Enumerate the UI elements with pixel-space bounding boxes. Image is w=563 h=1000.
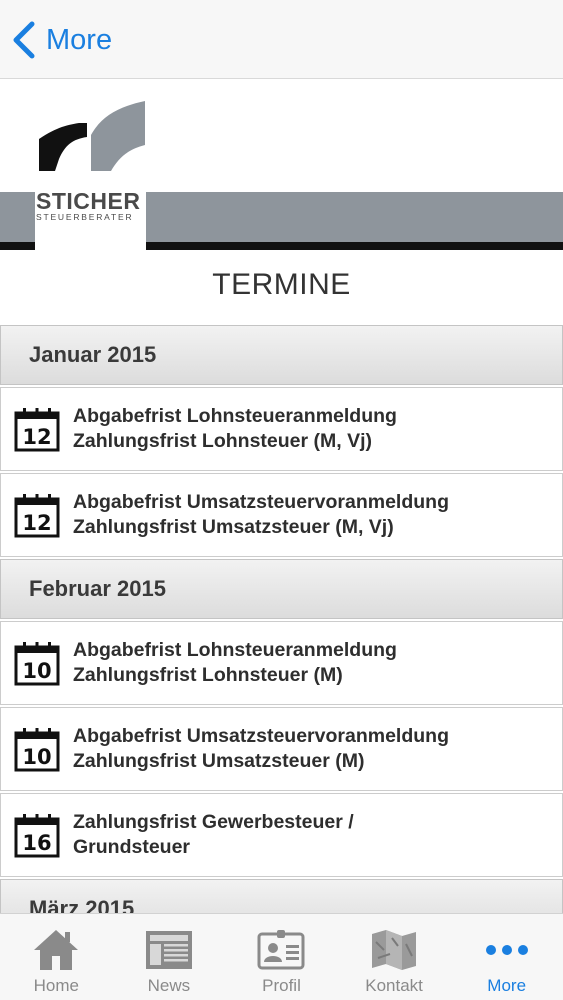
section-label: Februar 2015 [29, 576, 166, 601]
logo-mark-icon [39, 101, 145, 171]
tab-label: More [487, 976, 527, 995]
item-title: Abgabefrist Lohnsteueranmeldung [73, 639, 397, 661]
more-icon [485, 945, 528, 955]
map-icon [372, 930, 417, 970]
item-title: Abgabefrist Umsatzsteuervoranmeldung [73, 491, 449, 513]
svg-text:12: 12 [22, 425, 51, 449]
logo-name: STICHER [36, 188, 141, 214]
section-header-januar: Januar 2015 [0, 325, 563, 385]
list-item[interactable]: 10 Abgabefrist Umsatzsteuervoranmeldung … [0, 707, 563, 791]
company-logo: STICHER STEUERBERATER [35, 79, 146, 251]
back-button[interactable]: More [10, 18, 112, 62]
item-title: Abgabefrist Umsatzsteuervoranmeldung [73, 725, 449, 747]
id-card-icon [257, 930, 305, 970]
list-item[interactable]: 12 Abgabefrist Lohnsteueranmeldung Zahlu… [0, 387, 563, 471]
tab-bar: Home News Profil Kontakt More [0, 913, 563, 1000]
tab-label: Home [33, 976, 79, 995]
svg-text:10: 10 [22, 659, 51, 683]
header-banner: STICHER STEUERBERATER [0, 79, 563, 251]
tab-profil[interactable]: Profil [225, 914, 338, 1000]
item-subtitle: Zahlungsfrist Lohnsteuer (M) [73, 664, 343, 686]
tab-home[interactable]: Home [0, 914, 113, 1000]
section-label: März 2015 [29, 896, 135, 913]
back-label: More [46, 23, 113, 56]
svg-text:10: 10 [22, 745, 51, 769]
list-item[interactable]: 16 Zahlungsfrist Gewerbesteuer / Grundst… [0, 793, 563, 877]
logo-subtitle: STEUERBERATER [36, 212, 134, 222]
calendar-icon: 12 [14, 494, 60, 538]
section-header-februar: Februar 2015 [0, 559, 563, 619]
home-icon [34, 930, 79, 970]
tab-kontakt[interactable]: Kontakt [338, 914, 451, 1000]
list-item[interactable]: 12 Abgabefrist Umsatzsteuervoranmeldung … [0, 473, 563, 557]
list-item[interactable]: 10 Abgabefrist Lohnsteueranmeldung Zahlu… [0, 621, 563, 705]
item-title: Zahlungsfrist Gewerbesteuer / [73, 811, 354, 833]
page-title: TERMINE [212, 268, 351, 301]
svg-text:12: 12 [22, 511, 51, 535]
tab-label: News [147, 976, 191, 995]
item-subtitle: Zahlungsfrist Umsatzsteuer (M, Vj) [73, 516, 394, 538]
item-subtitle: Grundsteuer [73, 836, 191, 858]
navigation-bar: More [0, 0, 563, 79]
calendar-icon: 10 [14, 728, 60, 772]
tab-more[interactable]: More [450, 914, 563, 1000]
deadline-list[interactable]: Januar 2015 12 Abgabefrist Lohnsteueranm… [0, 325, 563, 913]
tab-label: Kontakt [365, 976, 423, 995]
section-label: Januar 2015 [29, 342, 157, 367]
svg-text:16: 16 [22, 831, 51, 855]
tab-label: Profil [262, 976, 301, 995]
tab-news[interactable]: News [113, 914, 226, 1000]
item-title: Abgabefrist Lohnsteueranmeldung [73, 405, 397, 427]
calendar-icon: 12 [14, 408, 60, 452]
newspaper-icon [145, 931, 192, 969]
section-header-maerz: März 2015 [0, 879, 563, 913]
item-subtitle: Zahlungsfrist Lohnsteuer (M, Vj) [73, 430, 373, 452]
calendar-icon: 10 [14, 642, 60, 686]
calendar-icon: 16 [14, 814, 60, 858]
chevron-left-icon [13, 21, 35, 59]
item-subtitle: Zahlungsfrist Umsatzsteuer (M) [73, 750, 365, 772]
